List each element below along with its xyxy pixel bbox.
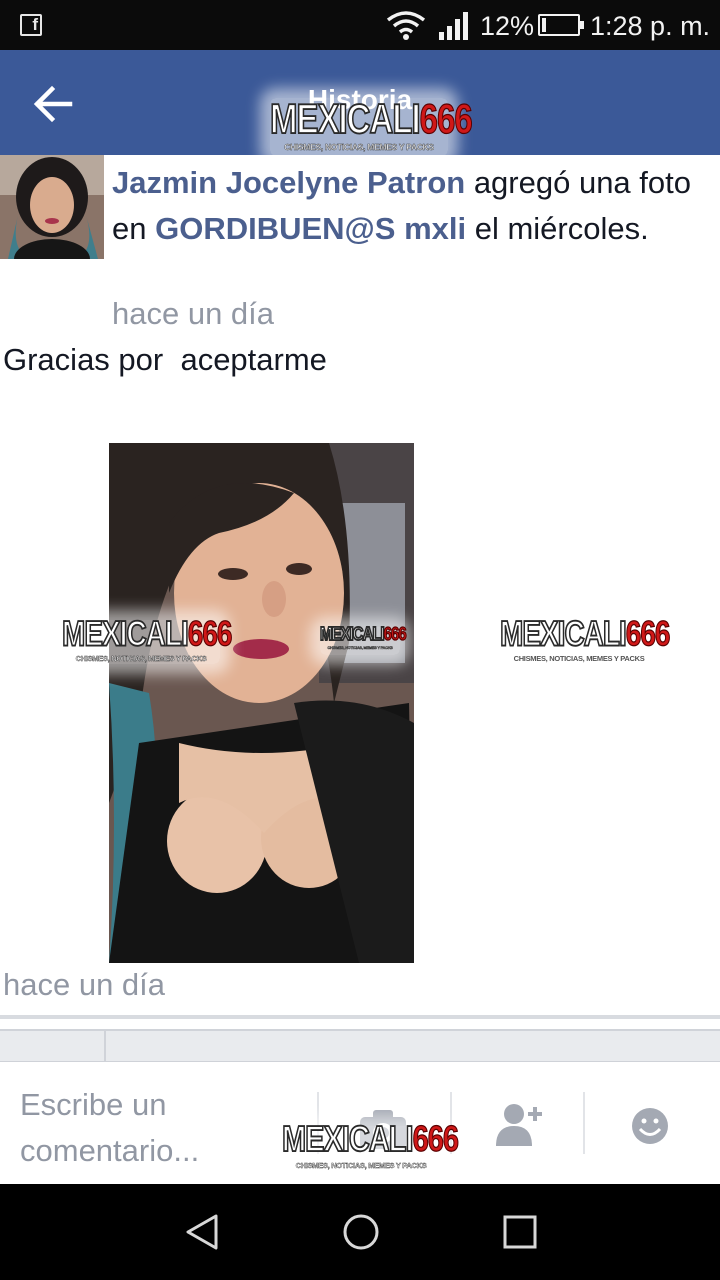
battery-icon	[538, 14, 584, 36]
comment-input[interactable]: Escribe un comentario...	[20, 1082, 300, 1174]
status-bar: f 12% 1:28 p. m.	[0, 0, 720, 50]
home-circle-icon[interactable]	[341, 1212, 381, 1252]
emoji-icon[interactable]	[628, 1100, 678, 1150]
navigation-bar	[0, 1184, 720, 1280]
signal-icon	[439, 12, 468, 40]
post-date-suffix: el miércoles.	[474, 211, 649, 246]
battery-level-fill	[542, 18, 546, 32]
author-avatar[interactable]	[0, 155, 104, 259]
group-name-link[interactable]: GORDIBUEN@S mxli	[155, 211, 466, 246]
watermark-logo: MEXICALI666 CHISMES, NOTICIAS, MEMES Y P…	[319, 624, 407, 655]
watermark-logo: MEXICALI666 CHISMES, NOTICIAS, MEMES Y P…	[61, 614, 233, 664]
photo-image	[109, 443, 414, 963]
battery-percentage: 12%	[480, 11, 535, 41]
divider	[583, 1092, 585, 1154]
post-timestamp[interactable]: hace un día	[112, 296, 274, 332]
status-time: 1:28 p. m.	[590, 11, 711, 41]
separator	[0, 1015, 720, 1019]
watermark-logo: MEXICALI666 CHISMES, NOTICIAS, MEMES Y P…	[269, 97, 473, 156]
recents-square-icon[interactable]	[500, 1212, 540, 1252]
watermark-logo: MEXICALI666 CHISMES, NOTICIAS, MEMES Y P…	[499, 614, 671, 663]
author-name-link[interactable]: Jazmin Jocelyne Patron	[112, 165, 465, 200]
reactions-row	[0, 1029, 720, 1063]
post-text: Gracias por aceptarme	[3, 342, 327, 377]
facebook-notification-icon: f	[20, 14, 42, 36]
wifi-icon	[386, 11, 426, 40]
watermark-logo: MEXICALI666 CHISMES, NOTICIAS, MEMES Y P…	[281, 1121, 459, 1174]
post-headline: Jazmin Jocelyne Patron agregó una foto e…	[112, 160, 702, 252]
back-triangle-icon[interactable]	[182, 1212, 222, 1252]
add-friend-icon[interactable]	[494, 1100, 544, 1150]
post-photo[interactable]	[109, 443, 414, 963]
divider	[104, 1031, 106, 1063]
photo-timestamp[interactable]: hace un día	[3, 967, 165, 1003]
avatar-image	[0, 155, 104, 259]
